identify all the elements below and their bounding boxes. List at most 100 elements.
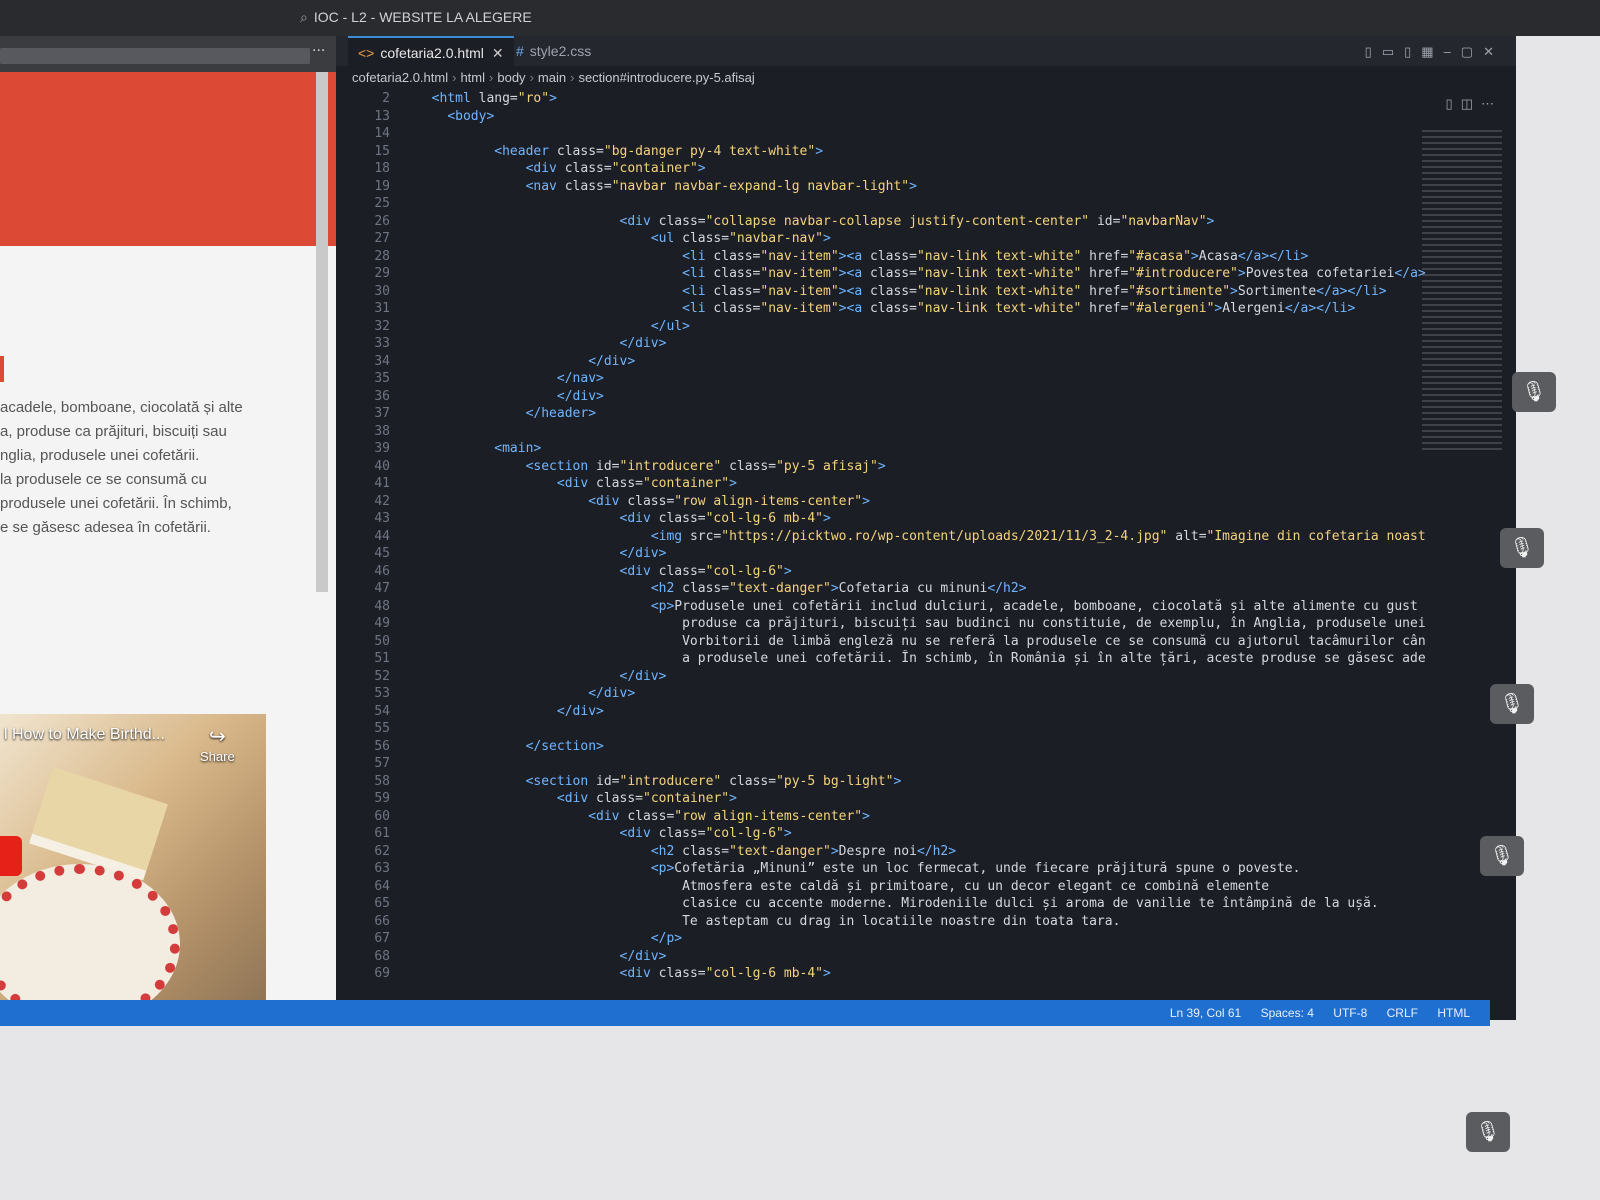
code-line[interactable]: 43 <div class="col-lg-6 mb-4">	[336, 510, 1426, 528]
line-number: 14	[374, 126, 390, 141]
encoding-status[interactable]: UTF-8	[1333, 1006, 1367, 1020]
language-mode[interactable]: HTML	[1437, 1006, 1470, 1020]
code-line[interactable]: 68 </div>	[336, 948, 1426, 966]
line-ending-status[interactable]: CRLF	[1387, 1006, 1418, 1020]
breadcrumb-item[interactable]: cofetaria2.0.html	[352, 70, 448, 85]
browser-toolbar: ...	[0, 36, 336, 72]
code-line[interactable]: 25	[336, 195, 1426, 213]
code-line[interactable]: 48 <p>Produsele unei cofetării includ du…	[336, 598, 1426, 616]
line-number: 39	[374, 441, 390, 456]
code-line[interactable]: 19 <nav class="navbar navbar-expand-lg n…	[336, 178, 1426, 196]
code-line[interactable]: 56 </section>	[336, 738, 1426, 756]
tab-cofetaria-html[interactable]: <> cofetaria2.0.html ✕	[348, 36, 514, 68]
open-preview-icon[interactable]: ▯	[1446, 96, 1461, 111]
code-line[interactable]: 34 </div>	[336, 353, 1426, 371]
code-line[interactable]: 46 <div class="col-lg-6">	[336, 563, 1426, 581]
page-hero-banner	[0, 72, 336, 246]
code-line[interactable]: 18 <div class="container">	[336, 160, 1426, 178]
code-line[interactable]: 44 <img src="https://picktwo.ro/wp-conte…	[336, 528, 1426, 546]
breadcrumb-item[interactable]: html	[460, 70, 485, 85]
code-line[interactable]: 32 </ul>	[336, 318, 1426, 336]
code-line[interactable]: 57	[336, 755, 1426, 773]
code-line[interactable]: 37 </header>	[336, 405, 1426, 423]
window-title: IOC - L2 - WEBSITE LA ALEGERE	[313, 9, 532, 25]
code-line[interactable]: 41 <div class="container">	[336, 475, 1426, 493]
code-line[interactable]: 63 <p>Cofetăria „Minuni” este un loc fer…	[336, 860, 1426, 878]
more-options-icon[interactable]: ...	[312, 38, 325, 56]
breadcrumb-item[interactable]: body	[497, 70, 525, 85]
more-actions-icon[interactable]: ⋯	[1481, 96, 1502, 111]
code-line[interactable]: 58 <section id="introducere" class="py-5…	[336, 773, 1426, 791]
code-line[interactable]: 38	[336, 423, 1426, 441]
share-button[interactable]: ↪ Share	[200, 724, 235, 764]
code-line[interactable]: 15 <header class="bg-danger py-4 text-wh…	[336, 143, 1426, 161]
tab-style-css[interactable]: # style2.css	[506, 36, 601, 66]
code-line[interactable]: 54 </div>	[336, 703, 1426, 721]
close-window-icon[interactable]: ✕	[1483, 44, 1504, 59]
code-line[interactable]: 47 <h2 class="text-danger">Cofetaria cu …	[336, 580, 1426, 598]
line-text: <p>Produsele unei cofetării includ dulci…	[650, 598, 1426, 614]
code-line[interactable]: 49 produse ca prăjituri, biscuiți sau bu…	[336, 615, 1426, 633]
code-line[interactable]: 2 <html lang="ro">	[336, 90, 1426, 108]
code-area[interactable]: 2 <html lang="ro"> 13 <body> 14 15 <header …	[336, 90, 1426, 1010]
code-line[interactable]: 65 clasice cu accente moderne. Mirodenii…	[336, 895, 1426, 913]
customize-layout-icon[interactable]: ▦	[1421, 44, 1443, 59]
video-embed[interactable]: l How to Make Birthd... ↪ Share	[0, 714, 266, 1010]
breadcrumb-item[interactable]: main	[538, 70, 566, 85]
indentation-status[interactable]: Spaces: 4	[1261, 1006, 1314, 1020]
code-line[interactable]: 42 <div class="row align-items-center">	[336, 493, 1426, 511]
code-line[interactable]: 64 Atmosfera este caldă și primitoare, c…	[336, 878, 1426, 896]
code-line[interactable]: 27 <ul class="navbar-nav">	[336, 230, 1426, 248]
muted-mic-icon[interactable]: 🎙	[1466, 1112, 1510, 1152]
code-line[interactable]: 33 </div>	[336, 335, 1426, 353]
restore-icon[interactable]: ▢	[1461, 44, 1483, 59]
code-line[interactable]: 36 </div>	[336, 388, 1426, 406]
code-line[interactable]: 14	[336, 125, 1426, 143]
muted-mic-icon[interactable]: 🎙	[1500, 528, 1544, 568]
code-line[interactable]: 31 <li class="nav-item"><a class="nav-li…	[336, 300, 1426, 318]
search-icon[interactable]: ⌕	[300, 9, 308, 25]
code-line[interactable]: 35 </nav>	[336, 370, 1426, 388]
minimap[interactable]	[1422, 130, 1502, 450]
code-line[interactable]: 40 <section id="introducere" class="py-5…	[336, 458, 1426, 476]
cursor-position[interactable]: Ln 39, Col 61	[1170, 1006, 1241, 1020]
code-line[interactable]: 39 <main>	[336, 440, 1426, 458]
code-line[interactable]: 61 <div class="col-lg-6">	[336, 825, 1426, 843]
code-line[interactable]: 51 a produsele unei cofetării. În schimb…	[336, 650, 1426, 668]
code-line[interactable]: 69 <div class="col-lg-6 mb-4">	[336, 965, 1426, 983]
code-line[interactable]: 50 Vorbitorii de limbă engleză nu se ref…	[336, 633, 1426, 651]
browser-url-bar[interactable]	[0, 48, 310, 64]
code-line[interactable]: 62 <h2 class="text-danger">Despre noi</h…	[336, 843, 1426, 861]
code-line[interactable]: 45 </div>	[336, 545, 1426, 563]
code-line[interactable]: 26 <div class="collapse navbar-collapse …	[336, 213, 1426, 231]
muted-mic-icon[interactable]: 🎙	[1480, 836, 1524, 876]
sidebar-toggle-icon[interactable]: ▯	[1404, 44, 1421, 59]
code-line[interactable]: 53 </div>	[336, 685, 1426, 703]
line-text: <section id="introducere" class="py-5 af…	[525, 458, 886, 474]
code-line[interactable]: 13 <body>	[336, 108, 1426, 126]
layout-toggle-icon[interactable]: ▯	[1365, 44, 1382, 59]
panel-toggle-icon[interactable]: ▭	[1382, 44, 1404, 59]
browser-scrollbar[interactable]	[316, 72, 328, 592]
muted-mic-icon[interactable]: 🎙	[1490, 684, 1534, 724]
code-line[interactable]: 52 </div>	[336, 668, 1426, 686]
youtube-play-icon[interactable]	[0, 836, 22, 876]
code-line[interactable]: 55	[336, 720, 1426, 738]
code-line[interactable]: 67 </p>	[336, 930, 1426, 948]
line-number: 27	[374, 231, 390, 246]
code-line[interactable]: 60 <div class="row align-items-center">	[336, 808, 1426, 826]
code-line[interactable]: 59 <div class="container">	[336, 790, 1426, 808]
code-line[interactable]: 66 Te asteptam cu drag in locatiile noas…	[336, 913, 1426, 931]
video-title[interactable]: l How to Make Birthd...	[4, 726, 165, 744]
minimize-icon[interactable]: –	[1444, 44, 1461, 59]
muted-mic-icon[interactable]: 🎙	[1512, 372, 1556, 412]
code-line[interactable]: 28 <li class="nav-item"><a class="nav-li…	[336, 248, 1426, 266]
breadcrumb-item[interactable]: section#introducere.py-5.afisaj	[578, 70, 754, 85]
chevron-right-icon: ›	[529, 70, 534, 85]
line-text: </div>	[556, 388, 604, 404]
close-tab-icon[interactable]: ✕	[492, 45, 504, 61]
line-number: 30	[374, 283, 390, 299]
code-line[interactable]: 30 <li class="nav-item"><a class="nav-li…	[336, 283, 1426, 301]
split-editor-icon[interactable]: ◫	[1461, 96, 1481, 111]
code-line[interactable]: 29 <li class="nav-item"><a class="nav-li…	[336, 265, 1426, 283]
